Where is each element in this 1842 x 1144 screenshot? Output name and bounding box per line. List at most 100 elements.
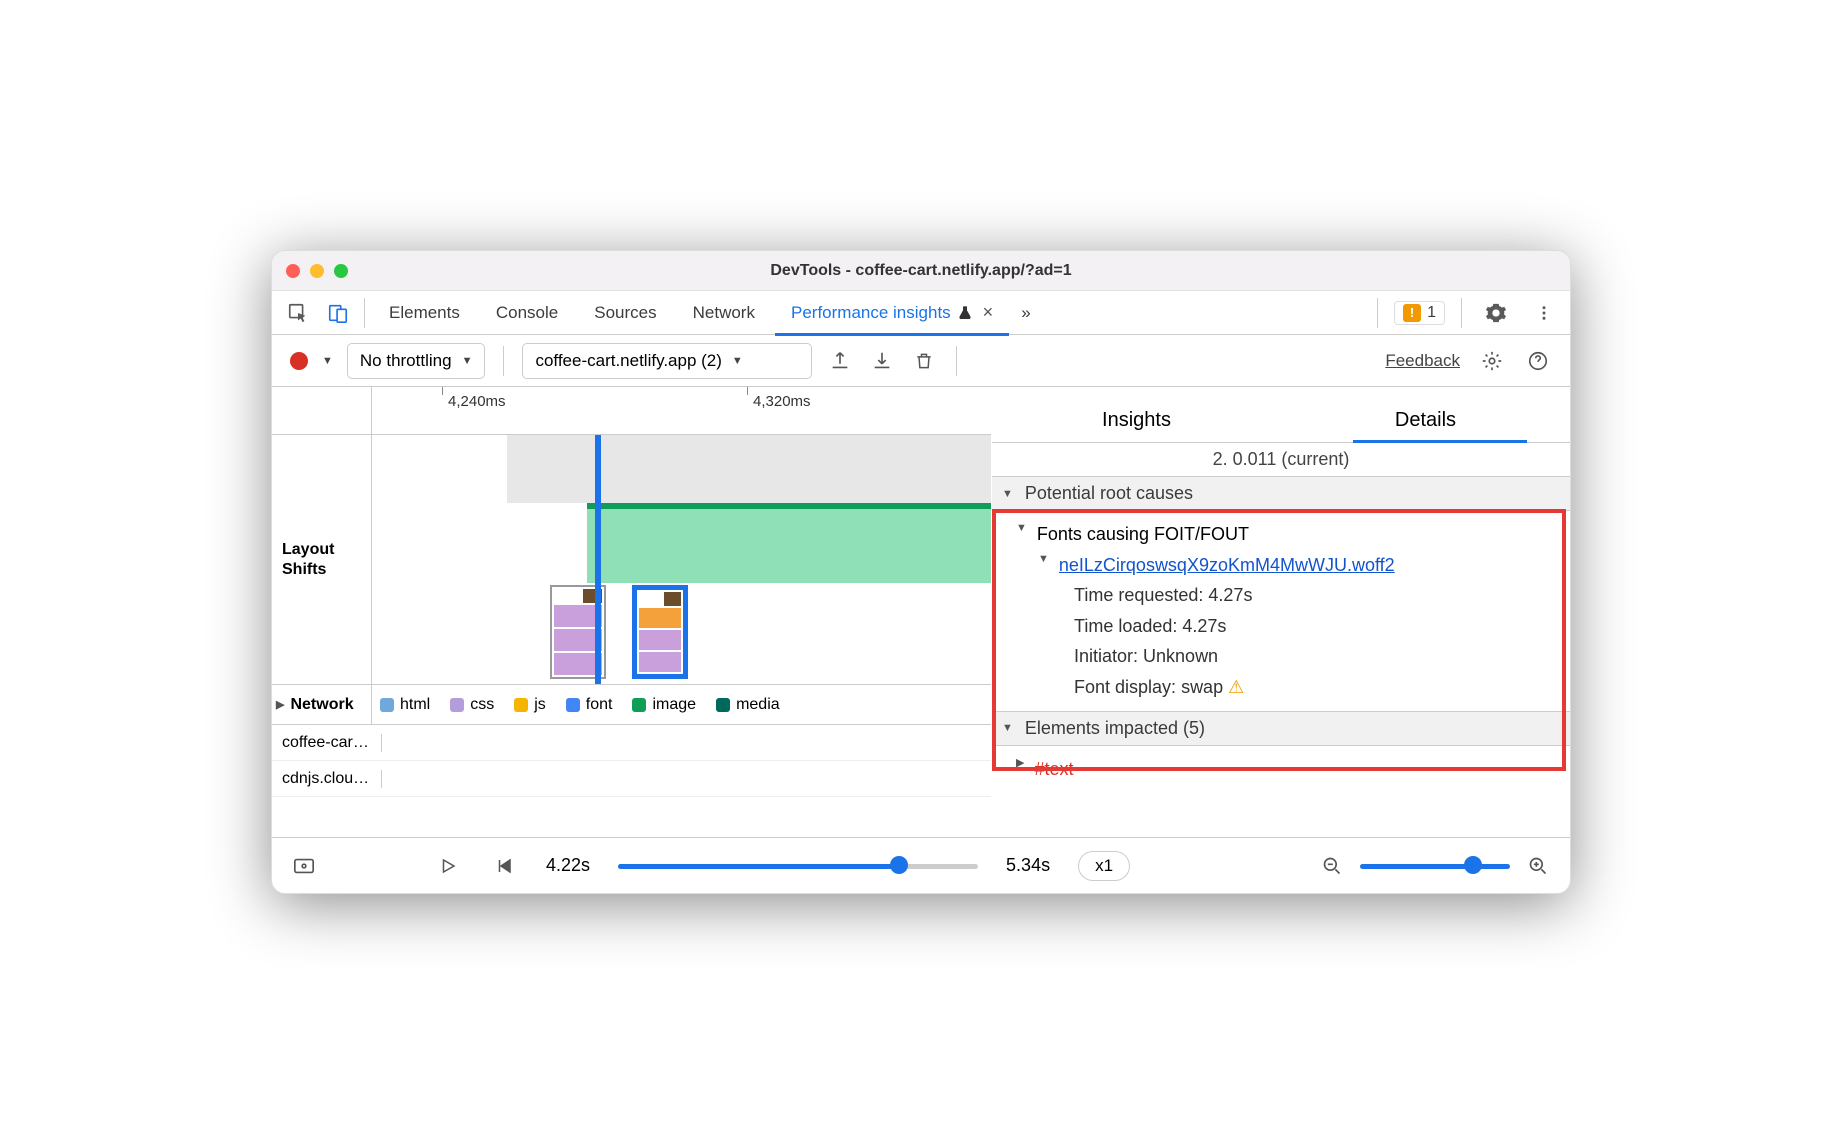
timeline-block-green-edge [587, 503, 991, 509]
font-file-link[interactable]: neILzCirqoswsqX9zoKmM4MwWJU.woff2 [1059, 550, 1395, 581]
details-pane: Insights Details 2. 0.011 (current) Pote… [992, 387, 1570, 837]
right-tabs: Insights Details [992, 387, 1570, 443]
window-controls [286, 264, 348, 278]
timeline-pane: 4,240ms 4,320ms Layout Shifts [272, 387, 992, 837]
playback-start-time: 4.22s [546, 855, 590, 876]
legend-css: css [450, 696, 494, 714]
network-row-item[interactable]: cdnjs.clou… [272, 761, 991, 797]
tab-insights[interactable]: Insights [992, 409, 1281, 442]
tab-network[interactable]: Network [677, 291, 771, 335]
zoom-out-icon[interactable] [1318, 852, 1346, 880]
tab-details[interactable]: Details [1281, 409, 1570, 442]
settings-gear-icon[interactable] [1478, 295, 1514, 331]
speed-pill[interactable]: x1 [1078, 851, 1130, 881]
maximize-window-button[interactable] [334, 264, 348, 278]
help-icon[interactable] [1524, 347, 1552, 375]
devtools-window: DevTools - coffee-cart.netlify.app/?ad=1… [271, 250, 1571, 894]
tab-sources[interactable]: Sources [578, 291, 672, 335]
legend-font: font [566, 696, 613, 714]
panel-settings-icon[interactable] [1478, 347, 1506, 375]
legend-js: js [514, 696, 546, 714]
zoom-in-icon[interactable] [1524, 852, 1552, 880]
previous-line-partial: 2. 0.011 (current) [992, 449, 1570, 470]
network-row-label[interactable]: Network [272, 685, 372, 724]
playback-end-time: 5.34s [1006, 855, 1050, 876]
network-legend: html css js font image media [372, 685, 991, 724]
device-toolbar-icon[interactable] [320, 295, 356, 331]
legend-html: html [380, 696, 430, 714]
timeline-block-green [587, 503, 991, 583]
font-file-node[interactable]: neILzCirqoswsqX9zoKmM4MwWJU.woff2 [1038, 550, 1556, 581]
row-gutter: Layout Shifts [272, 435, 372, 684]
divider [503, 346, 504, 376]
seek-start-icon[interactable] [490, 852, 518, 880]
playback-slider[interactable] [618, 862, 978, 870]
time-tick: 4,320ms [753, 393, 811, 410]
record-button[interactable] [290, 352, 308, 370]
page-select[interactable]: coffee-cart.netlify.app (2) ▼ [522, 343, 812, 379]
details-body[interactable]: 2. 0.011 (current) Potential root causes… [992, 443, 1570, 837]
time-tick: 4,240ms [448, 393, 506, 410]
toggle-screenshots-icon[interactable] [290, 852, 318, 880]
root-causes-header[interactable]: Potential root causes [992, 476, 1570, 511]
issue-count: 1 [1427, 304, 1436, 322]
tab-console[interactable]: Console [480, 291, 574, 335]
play-icon[interactable] [434, 852, 462, 880]
main-content: 4,240ms 4,320ms Layout Shifts [272, 387, 1570, 837]
time-loaded: Time loaded: 4.27s [1074, 611, 1556, 642]
tick-area[interactable]: 4,240ms 4,320ms [372, 387, 991, 434]
more-tabs-icon[interactable]: » [1013, 303, 1038, 323]
close-tab-icon[interactable]: × [983, 302, 994, 323]
elements-impacted-header[interactable]: Elements impacted (5) [992, 711, 1570, 746]
throttling-select[interactable]: No throttling ▼ [347, 343, 486, 379]
initiator: Initiator: Unknown [1074, 641, 1556, 672]
divider [364, 298, 365, 328]
current-time-indicator[interactable] [595, 435, 601, 684]
inspect-icon[interactable] [280, 295, 316, 331]
divider [1461, 298, 1462, 328]
impacted-text-node[interactable]: #text [1016, 754, 1556, 785]
timeline-block-grey [507, 435, 991, 503]
titlebar: DevTools - coffee-cart.netlify.app/?ad=1 [272, 251, 1570, 291]
zoom-slider[interactable] [1360, 862, 1510, 870]
playback-bar: 4.22s 5.34s x1 [272, 837, 1570, 893]
record-dropdown-icon[interactable]: ▼ [322, 355, 333, 367]
fonts-section[interactable]: Fonts causing FOIT/FOUT [1016, 519, 1556, 550]
elements-impacted-tree: #text [992, 746, 1570, 793]
time-requested: Time requested: 4.27s [1074, 580, 1556, 611]
screenshot-thumb-selected[interactable] [632, 585, 688, 679]
tab-performance-insights[interactable]: Performance insights × [775, 291, 1009, 335]
gutter [272, 387, 372, 434]
close-window-button[interactable] [286, 264, 300, 278]
chevron-down-icon: ▼ [462, 355, 473, 367]
warning-triangle-icon: ⚠ [1228, 677, 1244, 697]
warning-icon: ! [1403, 304, 1421, 322]
tab-elements[interactable]: Elements [373, 291, 476, 335]
recording-toolbar: ▼ No throttling ▼ coffee-cart.netlify.ap… [272, 335, 1570, 387]
experiment-icon [957, 305, 973, 321]
font-display: Font display: swap ⚠ [1074, 672, 1556, 703]
layout-shifts-label: Layout Shifts [282, 540, 334, 578]
window-title: DevTools - coffee-cart.netlify.app/?ad=1 [272, 262, 1570, 280]
throttling-value: No throttling [360, 351, 452, 371]
minimize-window-button[interactable] [310, 264, 324, 278]
tab-label: Performance insights [791, 303, 951, 323]
legend-image: image [632, 696, 696, 714]
import-icon[interactable] [868, 347, 896, 375]
chevron-down-icon: ▼ [732, 355, 743, 367]
root-causes-tree: Fonts causing FOIT/FOUT neILzCirqoswsqX9… [992, 511, 1570, 711]
divider [1377, 298, 1378, 328]
timeline-canvas[interactable] [372, 435, 991, 684]
kebab-menu-icon[interactable] [1526, 295, 1562, 331]
network-requests-list: coffee-car… cdnjs.clou… [272, 725, 991, 797]
page-value: coffee-cart.netlify.app (2) [535, 351, 721, 371]
issues-badge[interactable]: ! 1 [1394, 301, 1445, 325]
top-tabs: Elements Console Sources Network Perform… [272, 291, 1570, 335]
feedback-link[interactable]: Feedback [1385, 351, 1460, 371]
timeline-ruler: 4,240ms 4,320ms [272, 387, 991, 435]
delete-icon[interactable] [910, 347, 938, 375]
network-legend-row: Network html css js font image media [272, 685, 991, 725]
network-row-item[interactable]: coffee-car… [272, 725, 991, 761]
export-icon[interactable] [826, 347, 854, 375]
divider [956, 346, 957, 376]
